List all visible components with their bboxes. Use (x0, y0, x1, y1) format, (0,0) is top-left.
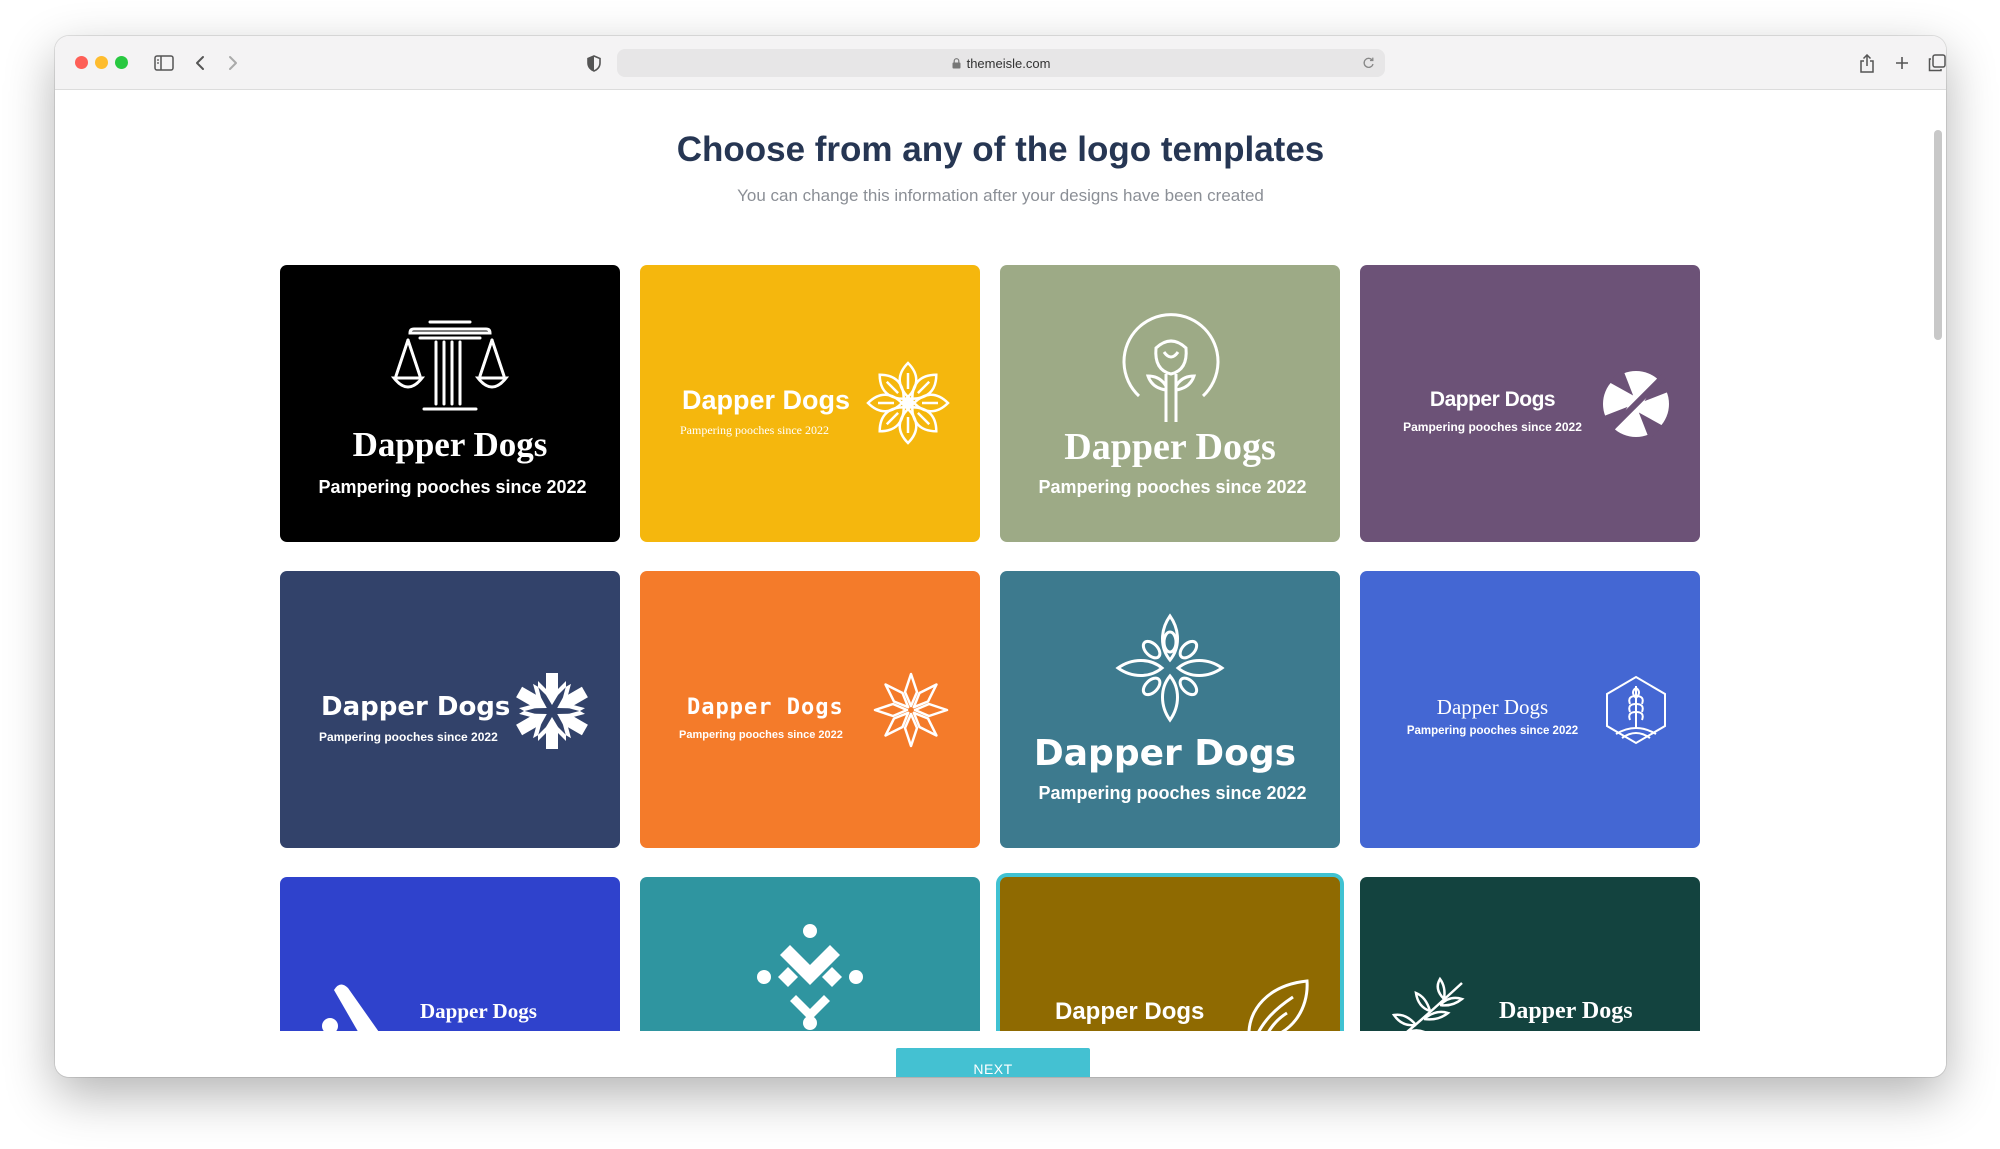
logo-name: Dapper Dogs (1499, 998, 1633, 1024)
page-content: Choose from any of the logo templates Yo… (55, 90, 1946, 1077)
page-title: Choose from any of the logo templates (676, 130, 1325, 169)
logo-card[interactable]: Dapper Dogs Pampering pooches since 2022 (1360, 265, 1700, 542)
logo-name: Dapper Dogs (1429, 388, 1556, 411)
back-icon[interactable] (187, 50, 213, 76)
logo-template-grid: Dapper Dogs Pampering pooches since 2022… (280, 265, 1700, 1031)
starburst-icon (873, 672, 949, 748)
branch-icon (1391, 976, 1465, 1031)
logo-tagline: Pampering pooches since 2022 (1406, 725, 1579, 737)
logo-card[interactable]: Dapper Dogs Pampering pooches since 2022 (1360, 571, 1700, 848)
logo-name: Dapper Dogs (1033, 733, 1297, 774)
logo-card[interactable]: Dapper Dogs Pampering pooches since 2022 (640, 265, 980, 542)
logo-name: Dapper Dogs (321, 692, 511, 722)
logo-card[interactable]: Dapper Dogs Pampering pooches since 2022 (280, 265, 620, 542)
close-window-button[interactable] (75, 56, 88, 69)
tab-overview-icon[interactable] (1924, 50, 1946, 76)
logo-tagline: Pampering pooches since 2022 (679, 729, 843, 741)
next-button[interactable]: NEXT (896, 1048, 1090, 1077)
wheat-hexagon-icon (1606, 675, 1666, 745)
address-bar[interactable]: themeisle.com (617, 49, 1385, 77)
logo-tagline: Pampering pooches since 2022 (1038, 477, 1307, 497)
logo-card[interactable]: Dapper Dogs Pampering pooches since 2022 (640, 571, 980, 848)
logo-name: Dapper Dogs (1055, 998, 1205, 1025)
logo-card[interactable]: Dapper Dogs (280, 877, 620, 1031)
logo-tagline: Pampering pooches since 2022 (680, 423, 829, 437)
snowflake-icon (512, 673, 592, 749)
logo-tagline: Pampering pooches since 2022 (318, 477, 587, 497)
logo-card[interactable]: Dapper Dogs Pampering pooches since 2022 (280, 571, 620, 848)
diamond-leaves-icon (1116, 613, 1224, 722)
privacy-shield-icon[interactable] (581, 50, 607, 76)
lock-icon (952, 57, 961, 69)
logo-name: Dapper Dogs (1436, 695, 1549, 719)
logo-name: Dapper Dogs (687, 695, 844, 720)
page-subtitle: You can change this information after yo… (737, 186, 1264, 205)
sidebar-toggle-icon[interactable] (151, 50, 177, 76)
zoom-window-button[interactable] (115, 56, 128, 69)
scales-of-justice-icon (390, 320, 510, 411)
logo-card[interactable]: Dapper Dogs (1360, 877, 1700, 1031)
rose-circle-icon (1122, 313, 1220, 422)
browser-window: themeisle.com Choose from any of the log… (55, 36, 1946, 1077)
x-circle-icon (1600, 368, 1672, 440)
new-tab-icon[interactable] (1889, 50, 1915, 76)
logo-name: Dapper Dogs (352, 425, 548, 464)
logo-tagline: Pampering pooches since 2022 (319, 730, 498, 744)
logo-card[interactable]: Dapper Dogs Pampering pooches since 2022 (1000, 571, 1340, 848)
logo-card[interactable]: Dapper Dogs Pampering pooches since 2022 (1000, 265, 1340, 542)
logo-name: Dapper Dogs (1064, 426, 1276, 468)
logo-name: Dapper Dogs (682, 385, 851, 415)
logo-card[interactable]: Dapper Dogs (1000, 877, 1340, 1031)
minimize-window-button[interactable] (95, 56, 108, 69)
logo-tagline: Pampering pooches since 2022 (1038, 783, 1307, 803)
browser-toolbar: themeisle.com (55, 36, 1946, 90)
share-icon[interactable] (1854, 50, 1880, 76)
logo-tagline: Pampering pooches since 2022 (1403, 420, 1582, 434)
forward-icon[interactable] (220, 50, 246, 76)
leaf-outline-icon (1247, 979, 1309, 1031)
reload-icon[interactable] (1362, 56, 1375, 72)
leaf-mandala-icon (866, 361, 950, 445)
logo-card[interactable] (640, 877, 980, 1031)
dotted-chevron-icon (757, 924, 863, 1030)
logo-name: Dapper Dogs (420, 999, 537, 1023)
url-text: themeisle.com (966, 55, 1051, 71)
slash-icon (322, 984, 379, 1031)
